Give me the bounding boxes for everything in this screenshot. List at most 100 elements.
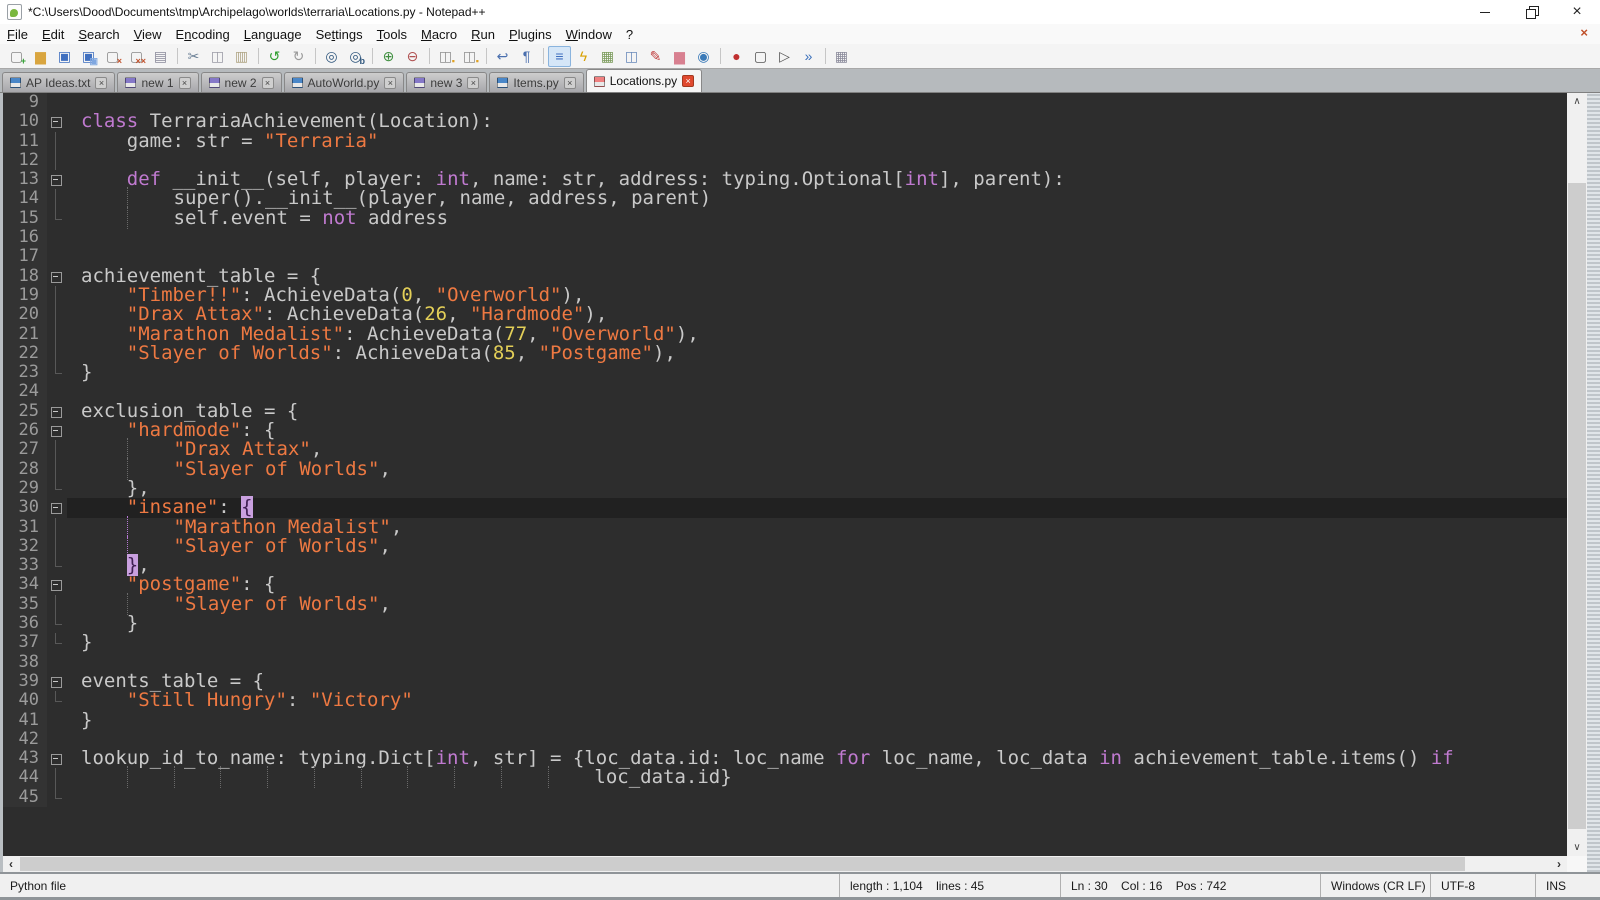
menu-run[interactable]: Run — [464, 26, 502, 43]
code-text[interactable]: loc_data.id} — [67, 768, 1567, 787]
tab-new-2[interactable]: new 2× — [201, 72, 282, 92]
undo-button[interactable]: ↺ — [263, 46, 286, 67]
code-text[interactable]: game: str = "Terraria" — [67, 132, 1567, 151]
code-text[interactable]: "Slayer of Worlds", — [67, 537, 1567, 556]
sync-vertical-scrolling-button[interactable]: ◫▪ — [434, 46, 457, 67]
code-text[interactable]: } — [67, 633, 1567, 652]
define-language-button[interactable]: ✎ — [644, 46, 667, 67]
document-list-button[interactable]: ◫ — [620, 46, 643, 67]
tab-new-1[interactable]: new 1× — [117, 72, 198, 92]
function-list-button[interactable]: ϟ — [572, 46, 595, 67]
tab-close-icon[interactable]: × — [682, 75, 694, 87]
fold-toggle-icon[interactable] — [47, 170, 67, 189]
menu-plugins[interactable]: Plugins — [502, 26, 559, 43]
scroll-down-icon[interactable]: ∨ — [1567, 839, 1587, 856]
close-all-files-button[interactable]: ▢×× — [125, 46, 148, 67]
tab-close-icon[interactable]: × — [564, 77, 576, 89]
tab-close-icon[interactable]: × — [467, 77, 479, 89]
zoom-in-button[interactable]: ⊕ — [377, 46, 400, 67]
open-folder-button[interactable]: ▆ — [29, 46, 52, 67]
document-map-button[interactable]: ▦ — [596, 46, 619, 67]
code-text[interactable]: "Slayer of Worlds", — [67, 595, 1567, 614]
copy-button[interactable]: ◫ — [206, 46, 229, 67]
menu-tools[interactable]: Tools — [370, 26, 414, 43]
fold-toggle-icon[interactable] — [47, 749, 67, 768]
menu-macro[interactable]: Macro — [414, 26, 464, 43]
code-text[interactable]: "Slayer of Worlds", — [67, 460, 1567, 479]
scroll-up-icon[interactable]: ∧ — [1567, 93, 1587, 110]
zoom-out-button[interactable]: ⊖ — [401, 46, 424, 67]
code-text[interactable]: } — [67, 614, 1567, 633]
menu-window[interactable]: Window — [559, 26, 619, 43]
code-text[interactable]: exclusion_table = { — [67, 402, 1567, 421]
fold-toggle-icon[interactable] — [47, 575, 67, 594]
tab-locations-py[interactable]: Locations.py× — [586, 69, 702, 92]
close-document-icon[interactable]: × — [1580, 26, 1588, 40]
menu-language[interactable]: Language — [237, 26, 309, 43]
code-text[interactable]: } — [67, 363, 1567, 382]
run-macro-multiple-times-button[interactable]: » — [797, 46, 820, 67]
paste-button[interactable]: ▥ — [230, 46, 253, 67]
fold-toggle-icon[interactable] — [47, 402, 67, 421]
code-text[interactable]: "Still Hungry": "Victory" — [67, 691, 1567, 710]
code-text[interactable] — [67, 228, 1567, 247]
tab-new-3[interactable]: new 3× — [406, 72, 487, 92]
folder-as-workspace-button[interactable]: ▆ — [668, 46, 691, 67]
record-macro-button[interactable]: ● — [725, 46, 748, 67]
new-file-button[interactable]: ▢+ — [5, 46, 28, 67]
print-button[interactable]: ▤ — [149, 46, 172, 67]
close-file-button[interactable]: ▢× — [101, 46, 124, 67]
code-text[interactable]: } — [67, 711, 1567, 730]
minimize-button[interactable] — [1462, 0, 1508, 24]
edit-toolbar-extra-button[interactable]: ▦ — [830, 46, 853, 67]
toolbar-separator — [372, 48, 373, 64]
code-text[interactable]: }, — [67, 556, 1567, 575]
menu-search[interactable]: Search — [71, 26, 126, 43]
cut-button[interactable]: ✂ — [182, 46, 205, 67]
save-button[interactable]: ▣ — [53, 46, 76, 67]
tab-close-icon[interactable]: × — [95, 77, 107, 89]
tab-close-icon[interactable]: × — [262, 77, 274, 89]
horizontal-scrollbar-thumb[interactable] — [20, 857, 1465, 871]
tab-bar: AP Ideas.txt×new 1×new 2×AutoWorld.py×ne… — [0, 68, 1600, 93]
tab-ap-ideas-txt[interactable]: AP Ideas.txt× — [2, 72, 115, 92]
sync-horizontal-scrolling-button[interactable]: ◫▪ — [458, 46, 481, 67]
tab-items-py[interactable]: Items.py× — [489, 72, 583, 92]
redo-button[interactable]: ↻ — [287, 46, 310, 67]
menu-view[interactable]: View — [127, 26, 169, 43]
monitoring-eye-button[interactable]: ◉ — [692, 46, 715, 67]
code-text[interactable] — [67, 788, 1567, 807]
restore-button[interactable] — [1508, 0, 1554, 24]
scroll-right-icon[interactable]: › — [1551, 856, 1567, 872]
menu-help[interactable]: ? — [619, 26, 640, 43]
scroll-left-icon[interactable]: ‹ — [3, 856, 19, 872]
show-indent-guide-button[interactable]: ≡ — [548, 46, 571, 67]
vertical-scrollbar-thumb[interactable] — [1568, 183, 1586, 829]
code-text[interactable]: "Slayer of Worlds": AchieveData(85, "Pos… — [67, 344, 1567, 363]
find-button[interactable]: ◎ — [320, 46, 343, 67]
tab-close-icon[interactable]: × — [179, 77, 191, 89]
menu-edit[interactable]: Edit — [35, 26, 71, 43]
fold-toggle-icon[interactable] — [47, 672, 67, 691]
code-text[interactable]: }, — [67, 479, 1567, 498]
word-wrap-button[interactable]: ↩ — [491, 46, 514, 67]
tab-autoworld-py[interactable]: AutoWorld.py× — [284, 72, 405, 92]
vertical-scrollbar[interactable]: ∧ ∨ — [1567, 93, 1587, 856]
fold-toggle-icon[interactable] — [47, 498, 67, 517]
code-text[interactable]: self.event = not address — [67, 209, 1567, 228]
menu-file[interactable]: File — [0, 26, 35, 43]
menu-settings[interactable]: Settings — [309, 26, 370, 43]
code-text[interactable] — [67, 653, 1567, 672]
replace-button[interactable]: ◎b — [344, 46, 367, 67]
fold-toggle-icon[interactable] — [47, 421, 67, 440]
fold-toggle-icon[interactable] — [47, 112, 67, 131]
playback-macro-button[interactable]: ▷ — [773, 46, 796, 67]
save-all-button[interactable]: ▣▣ — [77, 46, 100, 67]
menu-encoding[interactable]: Encoding — [169, 26, 237, 43]
tab-close-icon[interactable]: × — [384, 77, 396, 89]
fold-toggle-icon[interactable] — [47, 267, 67, 286]
code-pane[interactable]: 910class TerrariaAchievement(Location):1… — [3, 93, 1567, 856]
stop-recording-button[interactable]: ▢ — [749, 46, 772, 67]
show-all-characters-button[interactable]: ¶ — [515, 46, 538, 67]
close-button[interactable]: × — [1554, 0, 1600, 24]
